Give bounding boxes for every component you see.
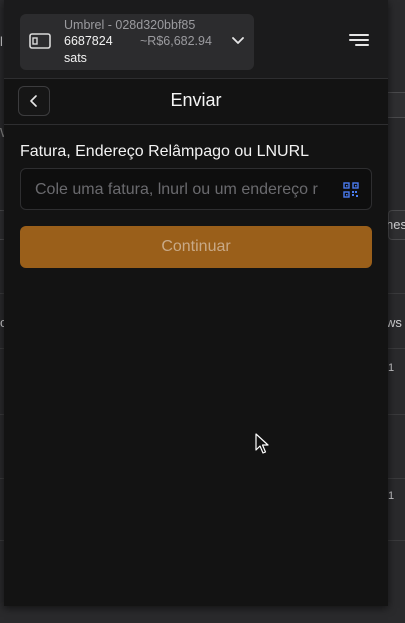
background-text-fragment: nes (386, 217, 405, 232)
background-text-fragment: 1 (388, 490, 395, 502)
hamburger-menu-icon[interactable] (349, 33, 369, 47)
qr-code-scan-icon[interactable] (343, 182, 359, 198)
balance-unit: sats (64, 51, 87, 65)
chevron-down-icon (232, 37, 244, 44)
background-text-fragment: ws (386, 315, 402, 330)
account-switcher[interactable]: Umbrel - 028d320bbf85 6687824 sats ~R$6,… (20, 14, 254, 70)
account-name: Umbrel - 028d320bbf85 (64, 18, 196, 32)
page-title: Enviar (170, 90, 222, 110)
popup-header: Umbrel - 028d320bbf85 6687824 sats ~R$6,… (4, 0, 388, 79)
wallet-popup: Umbrel - 028d320bbf85 6687824 sats ~R$6,… (4, 0, 388, 606)
continue-button[interactable]: Continuar (20, 226, 372, 268)
page-nav-bar: Enviar (4, 79, 388, 125)
mouse-cursor-icon (255, 433, 269, 454)
recipient-input[interactable] (33, 169, 337, 211)
wallet-icon (29, 33, 51, 49)
background-text-fragment: 1 (388, 362, 395, 374)
fiat-balance: ~R$6,682.94 (140, 34, 212, 48)
recipient-input-container (20, 168, 372, 211)
background-text-fragment: l (0, 34, 3, 49)
recipient-field-label: Fatura, Endereço Relâmpago ou LNURL (20, 143, 310, 160)
balance-amount: 6687824 (64, 34, 113, 48)
